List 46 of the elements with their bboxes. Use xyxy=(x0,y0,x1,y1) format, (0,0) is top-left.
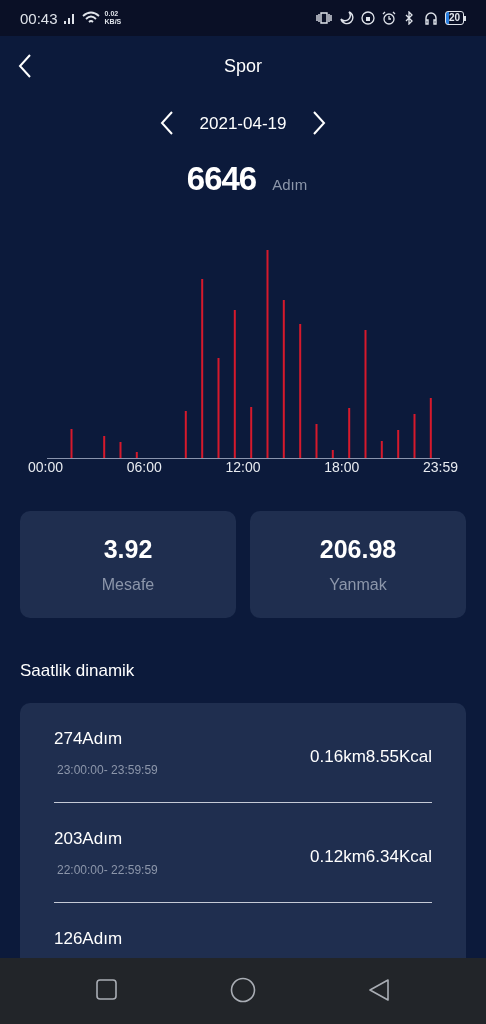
triangle-icon xyxy=(368,977,390,1002)
chart-bar xyxy=(315,424,318,458)
moon-icon xyxy=(339,11,354,25)
chart-bar xyxy=(429,398,432,458)
axis-label: 06:00 xyxy=(126,459,162,475)
signal-icon xyxy=(62,12,77,24)
step-count: 274Adım xyxy=(54,729,124,749)
back-icon xyxy=(18,54,32,78)
chart-bar xyxy=(103,436,106,458)
alarm-icon xyxy=(381,11,396,25)
screen-title: Spor xyxy=(224,55,262,77)
chart-bar xyxy=(119,442,122,458)
axis-label: 00:00 xyxy=(28,459,64,475)
square-icon xyxy=(96,978,118,1001)
chart-bar xyxy=(331,450,334,458)
section-title: Saatlik dinamik xyxy=(19,660,136,682)
distance-calories: 0.12km6.34Kcal xyxy=(310,846,432,867)
wifi-icon xyxy=(81,11,100,25)
stat-label: Yanmak xyxy=(329,576,387,594)
chart-bar xyxy=(348,408,351,458)
chart-bar xyxy=(380,441,383,458)
chart-bar xyxy=(135,452,138,458)
vibrate-icon xyxy=(314,11,333,25)
date-label: 2021-04-19 xyxy=(199,114,287,134)
stat-label: Mesafe xyxy=(101,576,155,594)
step-total: 6646 xyxy=(186,160,257,198)
battery-icon: 20 xyxy=(444,11,466,25)
step-count: 203Adım xyxy=(54,829,124,849)
axis-label: 23:59 xyxy=(422,459,458,475)
chart-bar xyxy=(413,414,416,458)
step-count: 126Adım xyxy=(54,929,124,949)
chart-bar xyxy=(70,429,73,458)
axis-label: 12:00 xyxy=(225,459,261,475)
clock-time: 00:43 xyxy=(20,9,58,27)
time-range: 23:00:00- 23:59:59 xyxy=(56,763,159,777)
step-unit: Adım xyxy=(272,176,308,193)
axis-label: 18:00 xyxy=(324,459,360,475)
distance-calories: 0.16km8.55Kcal xyxy=(310,746,432,767)
headphones-icon xyxy=(423,11,438,25)
stat-value: 206.98 xyxy=(319,535,397,564)
chart-bar xyxy=(250,407,253,458)
stat-value: 3.92 xyxy=(103,535,153,564)
time-range: 22:00:00- 22:59:59 xyxy=(56,863,159,877)
chart-bar xyxy=(184,411,187,458)
circle-icon xyxy=(230,976,256,1003)
chart-bar xyxy=(397,430,400,458)
